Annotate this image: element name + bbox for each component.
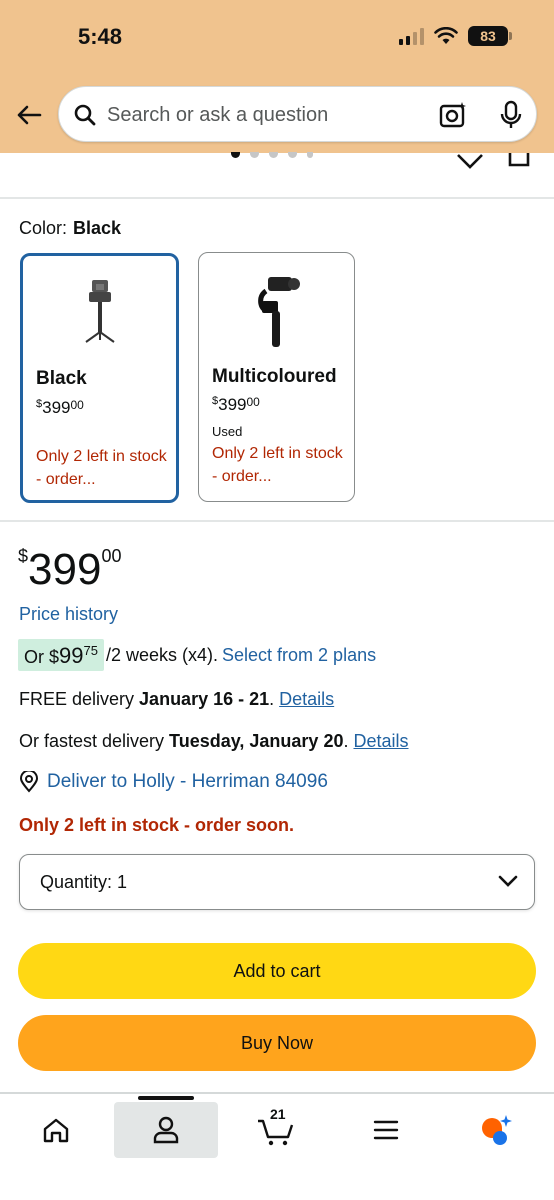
color-option-stock: Only 2 left in stock - order... bbox=[36, 448, 167, 488]
quantity-label: Quantity: 1 bbox=[40, 872, 128, 892]
color-label: Color: Black bbox=[19, 218, 122, 238]
product-price: $39900 bbox=[18, 545, 122, 594]
free-delivery: FREE delivery January 16 - 21. Details bbox=[19, 689, 335, 709]
color-option-name: Multicoloured bbox=[212, 366, 337, 387]
fastest-delivery: Or fastest delivery Tuesday, January 20.… bbox=[19, 731, 409, 751]
installment-offer: Or $9975 /2 weeks (x4). Select from 2 pl… bbox=[18, 637, 376, 673]
color-option-multicoloured[interactable]: Multicoloured $39900 Used Only 2 left in… bbox=[198, 252, 355, 502]
account-icon bbox=[153, 1116, 179, 1144]
microphone-icon[interactable] bbox=[499, 100, 523, 130]
cellular-signal-icon bbox=[399, 27, 424, 45]
search-input[interactable]: Search or ask a question bbox=[58, 86, 537, 142]
status-icons: 83 bbox=[399, 26, 512, 46]
cart-count: 21 bbox=[270, 1106, 286, 1122]
selected-color: Black bbox=[73, 218, 122, 238]
camera-icon[interactable] bbox=[439, 101, 467, 129]
gimbal-black-image bbox=[84, 280, 115, 343]
wifi-icon bbox=[434, 27, 458, 44]
menu-icon bbox=[373, 1120, 399, 1140]
search-placeholder: Search or ask a question bbox=[107, 104, 329, 126]
color-option-condition: Used bbox=[212, 424, 243, 439]
color-option-name: Black bbox=[36, 368, 87, 389]
back-arrow-icon[interactable] bbox=[14, 100, 44, 130]
stock-warning: Only 2 left in stock - order soon. bbox=[19, 815, 295, 835]
deliver-to-link[interactable]: Deliver to Holly - Herriman 84096 bbox=[19, 771, 328, 793]
installment-badge: Or $9975 bbox=[18, 639, 104, 671]
quantity-select[interactable]: Quantity: 1 bbox=[19, 854, 535, 910]
color-option-price: $39900 bbox=[212, 395, 260, 414]
add-to-cart-button[interactable]: Add to cart bbox=[18, 943, 536, 999]
chevron-down-icon[interactable] bbox=[456, 153, 484, 169]
fastest-delivery-details-link[interactable]: Details bbox=[353, 731, 408, 751]
location-pin-icon bbox=[19, 771, 39, 793]
color-option-price: $39900 bbox=[36, 398, 84, 417]
free-delivery-details-link[interactable]: Details bbox=[279, 689, 334, 709]
nav-menu[interactable] bbox=[334, 1102, 438, 1158]
nav-rufus[interactable] bbox=[444, 1102, 548, 1158]
installment-period: /2 weeks (x4). bbox=[105, 644, 219, 665]
section-divider bbox=[0, 520, 554, 522]
buy-now-button[interactable]: Buy Now bbox=[18, 1015, 536, 1071]
price-history-link[interactable]: Price history bbox=[19, 604, 118, 625]
rufus-icon bbox=[482, 1115, 512, 1145]
installment-plans-link[interactable]: Select from 2 plans bbox=[222, 645, 376, 666]
nav-home[interactable] bbox=[4, 1102, 108, 1158]
search-icon bbox=[74, 104, 96, 126]
color-option-stock: Only 2 left in stock - order... bbox=[212, 445, 343, 485]
image-carousel-fragment bbox=[0, 152, 554, 199]
home-icon bbox=[43, 1118, 69, 1143]
app-header: 5:48 83 Search or ask a question bbox=[0, 0, 554, 153]
nav-cart[interactable]: 21 bbox=[224, 1102, 328, 1158]
nav-account[interactable] bbox=[114, 1096, 218, 1158]
gimbal-multicoloured-image bbox=[257, 277, 300, 347]
color-option-black[interactable]: Black $39900 Only 2 left in stock - orde… bbox=[20, 253, 179, 503]
carousel-dots[interactable] bbox=[231, 152, 313, 158]
status-time: 5:48 bbox=[78, 24, 123, 49]
battery-icon: 83 bbox=[468, 26, 512, 46]
share-icon[interactable] bbox=[508, 153, 530, 167]
chevron-down-icon bbox=[498, 875, 518, 887]
bottom-nav: 21 bbox=[0, 1092, 554, 1200]
